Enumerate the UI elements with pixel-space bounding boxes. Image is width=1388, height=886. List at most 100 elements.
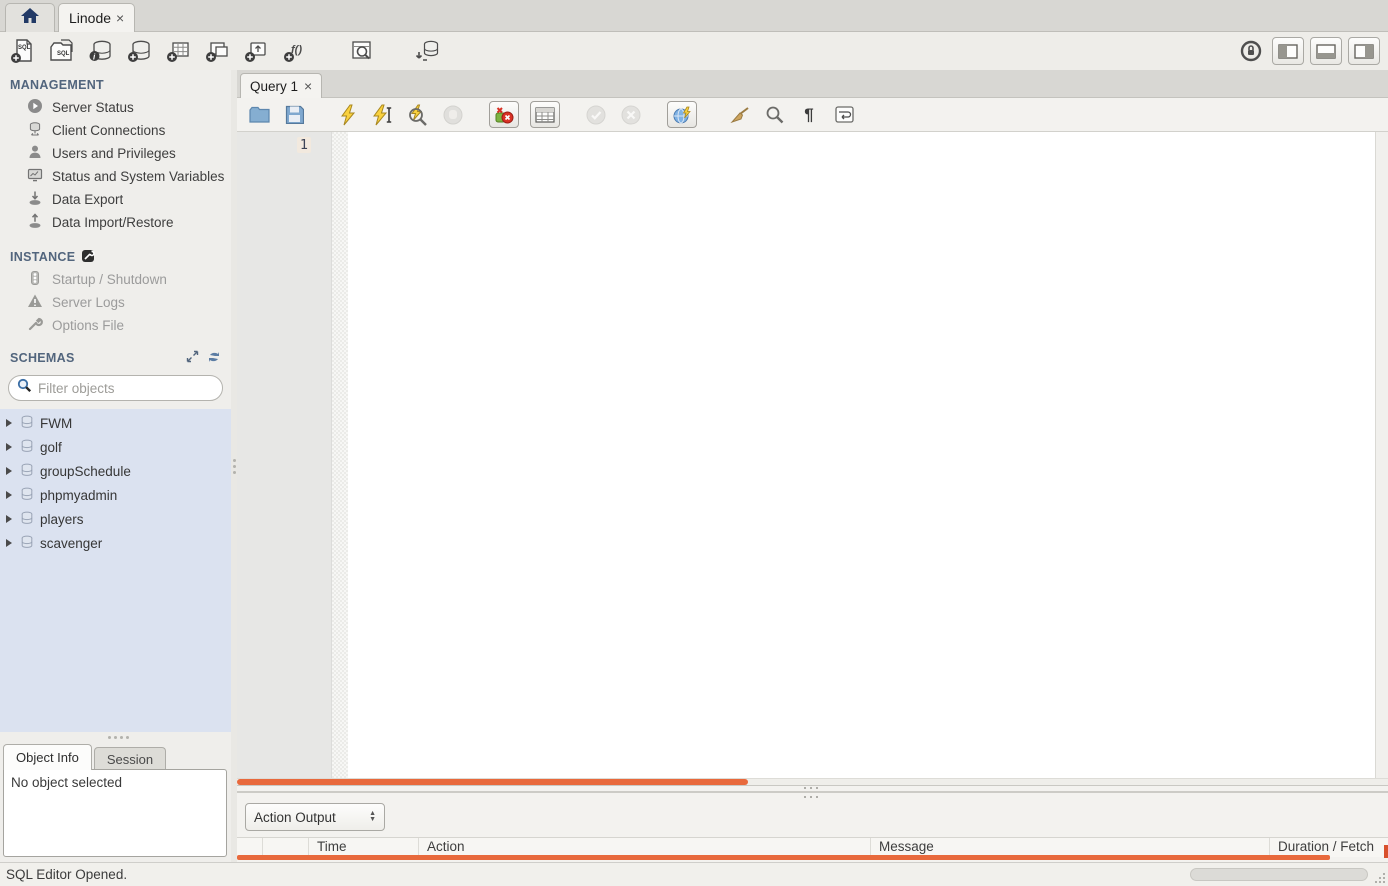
db-inspector-icon: i — [88, 38, 114, 64]
sidebar-item-status-variables[interactable]: Status and System Variables — [0, 165, 231, 188]
rollback-x-icon — [621, 105, 641, 125]
query-tab-label: Query 1 — [250, 79, 298, 94]
sidebar-item-data-import[interactable]: Data Import/Restore — [0, 211, 231, 234]
create-schema-button[interactable] — [125, 36, 155, 66]
home-icon — [20, 7, 40, 29]
save-script-button[interactable] — [282, 103, 306, 127]
server-status-icon — [27, 98, 43, 117]
find-button[interactable] — [762, 103, 786, 127]
lock-status-icon[interactable] — [1236, 36, 1266, 66]
toggle-stop-on-error-button[interactable] — [489, 101, 519, 128]
new-sql-tab-icon: SQL — [10, 38, 36, 64]
expand-arrow-icon[interactable] — [6, 419, 12, 427]
schema-tree[interactable]: FWM golf groupSchedule phpmyadmin player — [0, 409, 231, 732]
sql-editor-toolbar: ¶ — [237, 98, 1388, 132]
create-function-icon: f() — [283, 38, 309, 64]
object-info-panel: No object selected — [3, 769, 227, 857]
toggle-autocommit-button[interactable] — [667, 101, 697, 128]
beautify-button[interactable] — [727, 103, 751, 127]
connection-tab-linode[interactable]: Linode × — [58, 3, 135, 32]
sidebar-item-server-logs[interactable]: Server Logs — [0, 291, 231, 314]
create-table-button[interactable] — [164, 36, 194, 66]
create-procedure-button[interactable] — [242, 36, 272, 66]
sidebar-item-client-connections[interactable]: Client Connections — [0, 119, 231, 142]
limit-rows-button[interactable] — [530, 101, 560, 128]
toggle-secondary-panel-button[interactable] — [1348, 37, 1380, 65]
expand-arrow-icon[interactable] — [6, 443, 12, 451]
execute-current-icon — [372, 104, 394, 126]
wrap-text-button[interactable] — [832, 103, 856, 127]
stop-button[interactable] — [441, 103, 465, 127]
open-sql-script-button[interactable]: SQL — [47, 36, 77, 66]
expand-arrow-icon[interactable] — [6, 491, 12, 499]
tab-session[interactable]: Session — [94, 747, 166, 770]
sidebar-item-server-status[interactable]: Server Status — [0, 96, 231, 119]
new-sql-tab-button[interactable]: SQL — [8, 36, 38, 66]
editor-vertical-scrollbar[interactable] — [1375, 132, 1388, 778]
data-import-icon — [27, 213, 43, 232]
schema-row-golf[interactable]: golf — [0, 435, 231, 459]
expand-arrow-icon[interactable] — [6, 515, 12, 523]
schema-filter-box — [8, 375, 223, 401]
create-function-button[interactable]: f() — [281, 36, 311, 66]
commit-button[interactable] — [584, 103, 608, 127]
status-bar: SQL Editor Opened. — [0, 862, 1388, 886]
instance-title: INSTANCE — [10, 250, 75, 264]
scrollbar-thumb[interactable] — [237, 779, 748, 785]
sidebar-item-users-privileges[interactable]: Users and Privileges — [0, 142, 231, 165]
schema-row-scavenger[interactable]: scavenger — [0, 531, 231, 555]
rollback-button[interactable] — [619, 103, 643, 127]
output-vertical-scrollbar[interactable] — [1384, 845, 1388, 858]
execute-button[interactable] — [336, 103, 360, 127]
show-invisibles-button[interactable]: ¶ — [797, 103, 821, 127]
create-view-button[interactable] — [203, 36, 233, 66]
schema-row-fwm[interactable]: FWM — [0, 411, 231, 435]
schema-filter-input[interactable] — [38, 381, 215, 396]
toggle-output-icon — [1316, 44, 1336, 59]
explain-button[interactable] — [406, 103, 430, 127]
resize-grip[interactable] — [1371, 869, 1385, 883]
expand-arrow-icon[interactable] — [6, 539, 12, 547]
close-query-tab-icon[interactable]: × — [304, 79, 312, 93]
close-tab-icon[interactable]: × — [116, 11, 124, 25]
tab-query-1[interactable]: Query 1 × — [240, 73, 322, 98]
execute-bolt-icon — [338, 104, 358, 126]
expand-arrow-icon[interactable] — [6, 467, 12, 475]
explain-icon — [407, 104, 429, 126]
object-info-tab-bar: Object Info Session — [0, 742, 231, 770]
create-table-icon — [166, 38, 192, 64]
expand-schemas-icon[interactable] — [186, 350, 199, 366]
statusbar-scrollbar[interactable] — [1190, 868, 1368, 881]
sql-editor-surface[interactable] — [348, 132, 1375, 778]
editor-horizontal-scrollbar[interactable] — [237, 778, 1388, 786]
search-table-data-icon — [349, 38, 375, 64]
db-inspector-button[interactable]: i — [86, 36, 116, 66]
startup-shutdown-icon — [27, 270, 43, 289]
schema-icon — [20, 535, 34, 552]
reconnect-dbms-button[interactable] — [413, 36, 443, 66]
open-script-button[interactable] — [247, 103, 271, 127]
sidebar-item-data-export[interactable]: Data Export — [0, 188, 231, 211]
schema-row-groupschedule[interactable]: groupSchedule — [0, 459, 231, 483]
toggle-sidebar-panel-button[interactable] — [1272, 37, 1304, 65]
fold-margin — [332, 132, 348, 778]
schema-icon — [20, 487, 34, 504]
sidebar-item-options-file[interactable]: Options File — [0, 314, 231, 337]
search-table-data-button[interactable] — [347, 36, 377, 66]
toggle-output-panel-button[interactable] — [1310, 37, 1342, 65]
schema-icon — [20, 439, 34, 456]
editor-output-splitter[interactable] — [237, 786, 1388, 800]
sidebar-item-startup-shutdown[interactable]: Startup / Shutdown — [0, 268, 231, 291]
schema-row-phpmyadmin[interactable]: phpmyadmin — [0, 483, 231, 507]
execute-current-button[interactable] — [371, 103, 395, 127]
autocommit-icon — [672, 105, 692, 125]
reconnect-dbms-icon — [415, 38, 441, 64]
tab-object-info[interactable]: Object Info — [3, 744, 92, 770]
sidebar-horizontal-splitter[interactable] — [0, 732, 231, 742]
schema-row-players[interactable]: players — [0, 507, 231, 531]
refresh-schemas-icon[interactable] — [207, 350, 221, 367]
home-tab[interactable] — [5, 3, 55, 32]
output-view-selector[interactable]: Action Output ▲▼ — [245, 803, 385, 831]
output-horizontal-scrollbar[interactable] — [237, 855, 1330, 860]
line-number: 1 — [297, 137, 311, 153]
